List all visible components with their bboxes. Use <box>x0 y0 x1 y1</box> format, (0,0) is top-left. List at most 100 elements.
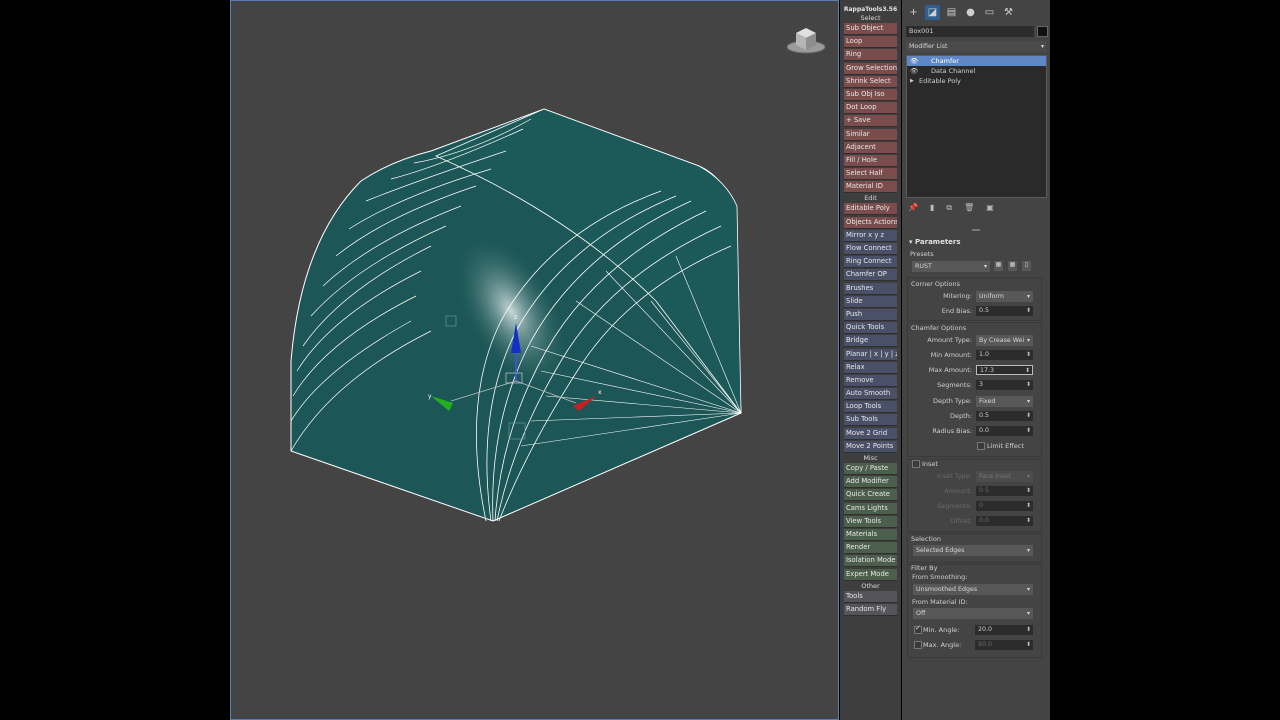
rappa-button-brushes[interactable]: Brushes <box>844 282 897 295</box>
depth-type-label: Depth Type: <box>933 397 972 405</box>
hierarchy-icon[interactable]: ▤ <box>944 5 959 20</box>
amount-type-dropdown[interactable]: By Crease Wei <box>976 335 1033 346</box>
eye-icon[interactable]: 👁 <box>910 56 918 66</box>
rappa-button-editable-poly[interactable]: Editable Poly <box>844 203 897 216</box>
rappa-button-view-tools[interactable]: View Tools <box>844 515 897 528</box>
selection-label: Selection <box>911 535 941 543</box>
rappa-button-material-id[interactable]: Material ID <box>844 181 897 194</box>
rappa-button-save[interactable]: + Save <box>844 115 897 128</box>
rappa-button-quick-tools[interactable]: Quick Tools <box>844 322 897 335</box>
display-icon[interactable]: ▭ <box>982 5 997 20</box>
rappa-button-quick-create[interactable]: Quick Create <box>844 489 897 502</box>
inset-amount-spinner[interactable]: 0.5 <box>976 486 1033 496</box>
rappa-button-move-2-grid[interactable]: Move 2 Grid <box>844 427 897 440</box>
eye-icon[interactable]: 👁 <box>910 66 918 76</box>
radius-bias-label: Radius Bias: <box>932 427 972 435</box>
modify-icon[interactable]: ◪ <box>925 5 940 20</box>
limit-effect-checkbox[interactable] <box>977 442 985 450</box>
preset-dropdown[interactable]: RUST <box>912 261 990 272</box>
end-bias-spinner[interactable]: 0.5 <box>976 306 1033 316</box>
rappa-button-cams-lights[interactable]: Cams Lights <box>844 502 897 515</box>
rappa-button-copy-paste[interactable]: Copy / Paste <box>844 463 897 475</box>
min-amount-spinner[interactable]: 1.0 <box>976 350 1033 360</box>
rappa-button-ring[interactable]: Ring <box>844 49 897 62</box>
max-angle-spinner[interactable]: 90.0 <box>975 640 1033 650</box>
perspective-viewport[interactable]: y x z <box>230 0 839 720</box>
rappa-button-auto-smooth[interactable]: Auto Smooth <box>844 388 897 401</box>
rappa-button-push[interactable]: Push <box>844 308 897 321</box>
save-preset-icon[interactable]: ▦ <box>1008 261 1017 271</box>
rappa-button-tools[interactable]: Tools <box>844 590 897 603</box>
rappa-button-materials[interactable]: Materials <box>844 528 897 541</box>
limit-effect-label: Limit Effect <box>987 442 1024 450</box>
make-unique-icon[interactable]: ⧉ <box>946 203 952 213</box>
object-name-field[interactable]: Box001 <box>906 26 1034 37</box>
depth-spinner[interactable]: 0.5 <box>976 411 1033 421</box>
configure-sets-icon[interactable]: ▣ <box>986 203 994 213</box>
min-angle-checkbox[interactable] <box>914 624 922 634</box>
create-icon[interactable]: + <box>906 5 921 20</box>
mitering-dropdown[interactable]: Uniform <box>976 291 1033 302</box>
rappa-button-add-modifier[interactable]: Add Modifier <box>844 476 897 489</box>
rappa-button-adjacent[interactable]: Adjacent <box>844 141 897 154</box>
rappa-button-bridge[interactable]: Bridge <box>844 335 897 348</box>
utilities-icon[interactable]: ⚒ <box>1001 5 1016 20</box>
min-angle-label: Min. Angle: <box>923 626 960 634</box>
rappa-button-relax[interactable]: Relax <box>844 361 897 374</box>
modifier-list-dropdown[interactable]: Modifier List <box>906 41 1047 52</box>
motion-icon[interactable]: ● <box>963 5 978 20</box>
mesh-view: y x z <box>290 108 742 522</box>
rappa-button-move-2-points[interactable]: Move 2 Points <box>844 440 897 453</box>
object-color-swatch[interactable] <box>1037 26 1048 37</box>
inset-type-dropdown[interactable]: Face Inset <box>976 471 1033 482</box>
rappa-button-similar[interactable]: Similar <box>844 128 897 141</box>
depth-type-dropdown[interactable]: Fixed <box>976 396 1033 407</box>
rappa-button-flow-connect[interactable]: Flow Connect <box>844 243 897 255</box>
rappa-button-mirror-x-y-z[interactable]: Mirror x y z <box>844 229 897 242</box>
rappa-button-ring-connect[interactable]: Ring Connect <box>844 256 897 269</box>
pin-stack-icon[interactable]: 📌 <box>908 203 918 213</box>
segments-spinner[interactable]: 3 <box>976 380 1033 390</box>
rappa-button-remove[interactable]: Remove <box>844 374 897 387</box>
expand-triangle-icon[interactable]: ▶ <box>910 76 914 86</box>
max-amount-spinner[interactable]: 17.3 <box>976 365 1033 376</box>
inset-checkbox[interactable] <box>912 460 920 468</box>
rappatools-panel: RappaTools3.56 Select Sub Object Loop Ring G… <box>840 0 901 720</box>
parameters-rollout-title[interactable]: ▾ Parameters <box>909 238 961 246</box>
load-preset-icon[interactable]: ▦ <box>994 261 1003 271</box>
rappa-button-shrink-select[interactable]: Shrink Select <box>844 75 897 88</box>
rappa-button-sub-tools[interactable]: Sub Tools <box>844 414 897 427</box>
rappa-button-fill-hole[interactable]: Fill / Hole <box>844 154 897 167</box>
stack-item-chamfer[interactable]: 👁 Chamfer <box>907 56 1046 66</box>
rappa-button-random-fly[interactable]: Random Fly <box>844 603 897 616</box>
rappa-button-slide[interactable]: Slide <box>844 295 897 308</box>
rappatools-title: RappaTools3.56 <box>843 6 898 13</box>
rappa-button-isolation-mode[interactable]: Isolation Mode <box>844 555 897 568</box>
min-angle-spinner[interactable]: 20.0 <box>975 625 1033 635</box>
rappa-button-loop-tools[interactable]: Loop Tools <box>844 401 897 414</box>
rappa-button-objects-actions[interactable]: Objects Actions <box>844 216 897 229</box>
offset-spinner[interactable]: 0.0 <box>976 516 1033 526</box>
delete-preset-icon[interactable]: ▯ <box>1022 261 1031 271</box>
rappa-button-grow-selection[interactable]: Grow Selection <box>844 62 897 75</box>
rappa-button-select-half[interactable]: Select Half <box>844 168 897 181</box>
show-end-result-icon[interactable]: ▮ <box>930 203 934 213</box>
rappa-button-render[interactable]: Render <box>844 542 897 555</box>
rappa-button-sub-object[interactable]: Sub Object <box>844 23 897 35</box>
selection-dropdown[interactable]: Selected Edges <box>913 545 1033 556</box>
from-material-dropdown[interactable]: Off <box>913 608 1033 619</box>
inset-segments-spinner[interactable]: 0 <box>976 501 1033 511</box>
stack-item-data-channel[interactable]: 👁 Data Channel <box>907 66 1046 76</box>
stack-item-editable-poly[interactable]: ▶ Editable Poly <box>907 76 1046 86</box>
rappa-button-planar-x-y-z[interactable]: Planar | x | y | z <box>844 348 897 361</box>
remove-modifier-icon[interactable]: 🗑 <box>964 203 974 213</box>
from-smoothing-dropdown[interactable]: Unsmoothed Edges <box>913 584 1033 595</box>
radius-bias-spinner[interactable]: 0.0 <box>976 426 1033 436</box>
rappa-button-sub-obj-iso[interactable]: Sub Obj Iso <box>844 88 897 101</box>
rappa-button-expert-mode[interactable]: Expert Mode <box>844 568 897 581</box>
rappa-button-chamfer-op[interactable]: Chamfer OP <box>844 269 897 282</box>
presets-label: Presets <box>910 250 934 258</box>
rappa-button-dot-loop[interactable]: Dot Loop <box>844 102 897 115</box>
rappa-button-loop[interactable]: Loop <box>844 36 897 49</box>
max-angle-checkbox[interactable] <box>914 641 922 649</box>
